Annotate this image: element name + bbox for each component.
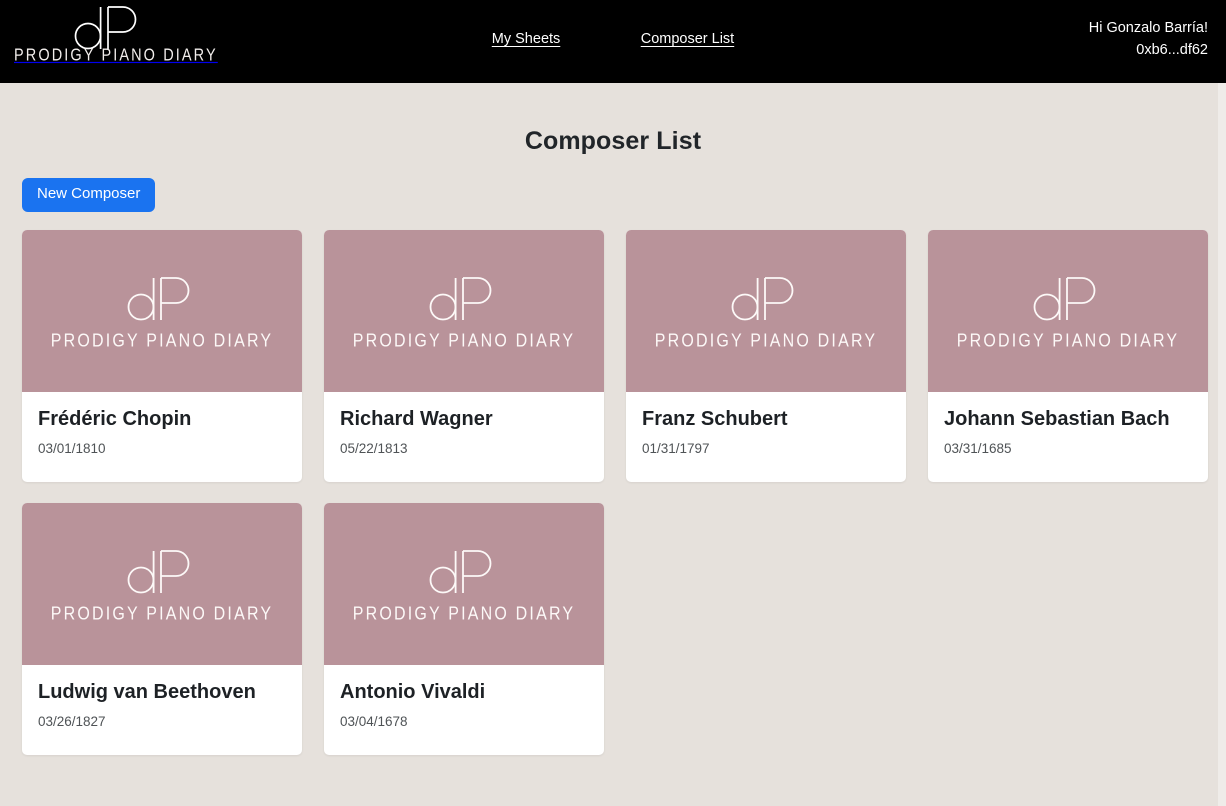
brand-wordmark: PRODIGY PIANO DIARY xyxy=(14,46,218,66)
composer-card-grid: PRODIGY PIANO DIARY Frédéric Chopin 03/0… xyxy=(22,229,1208,755)
composer-card[interactable]: PRODIGY PIANO DIARY Franz Schubert 01/31… xyxy=(626,229,906,482)
composer-card-body: Ludwig van Beethoven 03/26/1827 xyxy=(22,665,302,755)
card-wordmark: PRODIGY PIANO DIARY xyxy=(956,331,1180,352)
composer-card[interactable]: PRODIGY PIANO DIARY Ludwig van Beethoven… xyxy=(22,502,302,755)
user-greeting: Hi Gonzalo Barría! xyxy=(1088,20,1208,36)
composer-birth-date: 05/22/1813 xyxy=(340,440,408,456)
card-wordmark: PRODIGY PIANO DIARY xyxy=(654,331,878,352)
card-wordmark: PRODIGY PIANO DIARY xyxy=(352,604,576,625)
nav-link-composer-list[interactable]: Composer List xyxy=(641,31,734,47)
card-wordmark: PRODIGY PIANO DIARY xyxy=(352,331,576,352)
right-edge-strip xyxy=(1218,83,1226,806)
composer-card-body: Antonio Vivaldi 03/04/1678 xyxy=(324,665,604,755)
composer-card[interactable]: PRODIGY PIANO DIARY Richard Wagner 05/22… xyxy=(324,229,604,482)
composer-name: Richard Wagner xyxy=(340,407,493,430)
composer-card-image: PRODIGY PIANO DIARY xyxy=(626,229,906,392)
composer-card-image: PRODIGY PIANO DIARY xyxy=(22,229,302,392)
composer-name: Frédéric Chopin xyxy=(38,407,192,430)
composer-card-image: PRODIGY PIANO DIARY xyxy=(928,229,1208,392)
composer-card[interactable]: PRODIGY PIANO DIARY Frédéric Chopin 03/0… xyxy=(22,229,302,482)
card-wordmark: PRODIGY PIANO DIARY xyxy=(50,604,274,625)
top-navbar: PRODIGY PIANO DIARY My Sheets Composer L… xyxy=(0,0,1226,83)
page-root: PRODIGY PIANO DIARY My Sheets Composer L… xyxy=(0,0,1226,806)
user-account-block[interactable]: Hi Gonzalo Barría! 0xb6...df62 xyxy=(1089,17,1208,61)
card-wordmark: PRODIGY PIANO DIARY xyxy=(50,331,274,352)
composer-name: Antonio Vivaldi xyxy=(340,680,486,703)
composer-birth-date: 03/31/1685 xyxy=(944,440,1012,456)
composer-card-body: Franz Schubert 01/31/1797 xyxy=(626,392,906,482)
card-monogram-icon xyxy=(416,270,512,331)
card-monogram-icon xyxy=(114,543,210,604)
new-composer-button[interactable]: New Composer xyxy=(22,178,156,212)
composer-card[interactable]: PRODIGY PIANO DIARY Johann Sebastian Bac… xyxy=(928,229,1208,482)
composer-birth-date: 03/01/1810 xyxy=(38,440,106,456)
composer-card-image: PRODIGY PIANO DIARY xyxy=(324,502,604,665)
composer-birth-date: 03/04/1678 xyxy=(340,713,408,729)
main-content: Composer List New Composer PRODIGY PIANO… xyxy=(0,83,1226,755)
nav-links: My Sheets Composer List xyxy=(0,30,1226,48)
user-wallet-address: 0xb6...df62 xyxy=(1136,42,1208,58)
card-monogram-icon xyxy=(718,270,814,331)
composer-name: Franz Schubert xyxy=(642,407,788,430)
page-title: Composer List xyxy=(524,127,702,155)
card-monogram-icon xyxy=(1020,270,1116,331)
nav-link-my-sheets[interactable]: My Sheets xyxy=(492,31,561,47)
card-monogram-icon xyxy=(114,270,210,331)
composer-name: Johann Sebastian Bach xyxy=(944,407,1170,430)
composer-card-body: Frédéric Chopin 03/01/1810 xyxy=(22,392,302,482)
composer-birth-date: 03/26/1827 xyxy=(38,713,106,729)
composer-card-body: Johann Sebastian Bach 03/31/1685 xyxy=(928,392,1208,482)
composer-card-image: PRODIGY PIANO DIARY xyxy=(324,229,604,392)
composer-card[interactable]: PRODIGY PIANO DIARY Antonio Vivaldi 03/0… xyxy=(324,502,604,755)
composer-card-body: Richard Wagner 05/22/1813 xyxy=(324,392,604,482)
composer-card-image: PRODIGY PIANO DIARY xyxy=(22,502,302,665)
composer-name: Ludwig van Beethoven xyxy=(38,680,256,703)
card-monogram-icon xyxy=(416,543,512,604)
composer-birth-date: 01/31/1797 xyxy=(642,440,710,456)
